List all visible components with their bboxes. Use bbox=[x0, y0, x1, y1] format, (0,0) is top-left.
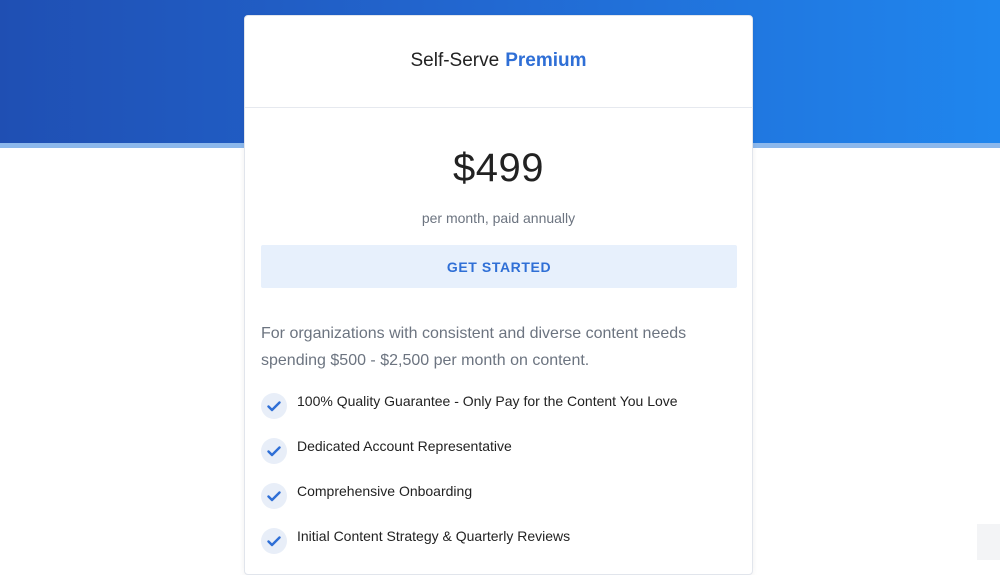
check-icon bbox=[261, 438, 287, 464]
plan-prefix: Self-Serve bbox=[410, 49, 500, 71]
feature-label: Initial Content Strategy & Quarterly Rev… bbox=[297, 528, 571, 544]
plan-name: Premium bbox=[505, 49, 587, 71]
feature-label: Dedicated Account Representative bbox=[297, 438, 512, 454]
feature-item: Initial Content Strategy & Quarterly Rev… bbox=[261, 524, 678, 569]
check-icon bbox=[261, 528, 287, 554]
plan-description: For organizations with consistent and di… bbox=[261, 325, 687, 369]
feature-item: Dedicated Account Representative bbox=[261, 434, 678, 479]
billing-period: per month, paid annually bbox=[421, 210, 576, 226]
pricing-card: Self-Serve Premium $499 per month, paid … bbox=[244, 15, 753, 575]
feature-label: 100% Quality Guarantee - Only Pay for th… bbox=[297, 393, 678, 409]
get-started-button[interactable]: GET STARTED bbox=[261, 245, 737, 288]
check-icon bbox=[261, 393, 287, 419]
feature-item: 100% Quality Guarantee - Only Pay for th… bbox=[261, 389, 678, 434]
check-icon bbox=[261, 483, 287, 509]
plan-header: Self-Serve Premium bbox=[245, 16, 752, 108]
feature-list: 100% Quality Guarantee - Only Pay for th… bbox=[261, 389, 678, 569]
feature-label: Comprehensive Onboarding bbox=[297, 483, 473, 499]
feature-item: Comprehensive Onboarding bbox=[261, 479, 678, 524]
page-edge-panel bbox=[977, 524, 1000, 560]
plan-price: $499 bbox=[453, 146, 544, 190]
